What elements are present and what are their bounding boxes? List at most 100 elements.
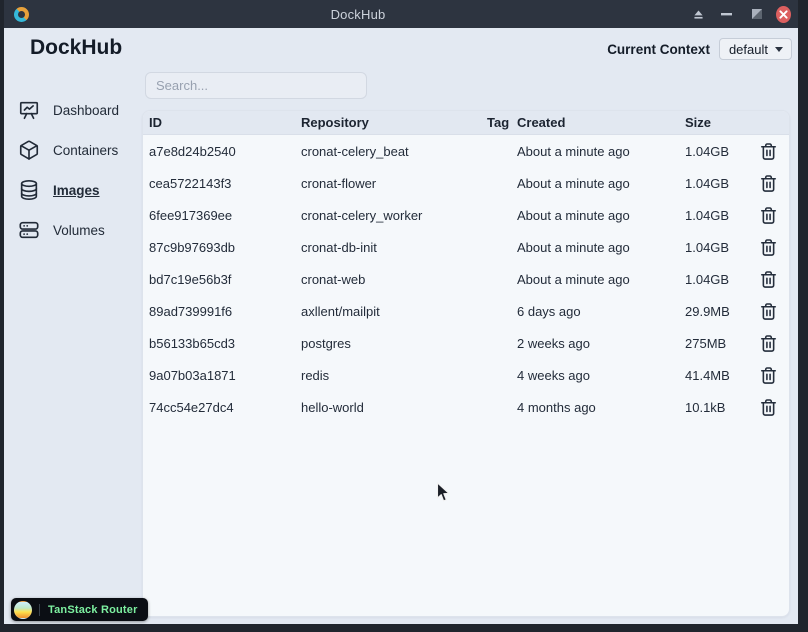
row-actions xyxy=(747,204,789,227)
cell-created: 4 weeks ago xyxy=(517,367,590,383)
trash-icon xyxy=(760,302,776,320)
row-actions xyxy=(747,364,789,387)
sidebar: Dashboard Containers Images Volumes xyxy=(18,90,142,250)
cell-created: About a minute ago xyxy=(517,239,630,255)
cell-id: 6fee917369ee xyxy=(149,207,233,223)
cell-repository: cronat-flower xyxy=(301,175,377,191)
database-icon xyxy=(20,180,38,200)
delete-image-button[interactable] xyxy=(757,140,780,163)
close-button[interactable] xyxy=(776,0,798,28)
delete-image-button[interactable] xyxy=(757,204,780,227)
delete-image-button[interactable] xyxy=(757,172,780,195)
column-header-created: Created xyxy=(517,115,566,130)
delete-image-button[interactable] xyxy=(757,396,780,419)
table-row[interactable]: a7e8d24b2540 cronat-celery_beat About a … xyxy=(143,135,789,167)
column-header-size: Size xyxy=(685,115,712,130)
row-actions xyxy=(747,268,789,291)
trash-icon xyxy=(760,270,776,288)
table-row[interactable]: cea5722143f3 cronat-flower About a minut… xyxy=(143,167,789,199)
images-table-panel: ID Repository Tag Created Size a7e8d24b2… xyxy=(142,110,790,617)
table-row[interactable]: 9a07b03a1871 redis 4 weeks ago 41.4MB xyxy=(143,359,789,391)
page-title: DockHub xyxy=(30,36,123,59)
table-row[interactable]: 87c9b97693db cronat-db-init About a minu… xyxy=(143,231,789,263)
cell-size: 1.04GB xyxy=(685,207,730,223)
cell-id: b56133b65cd3 xyxy=(149,335,236,351)
row-actions xyxy=(747,140,789,163)
cell-repository: cronat-db-init xyxy=(301,239,377,255)
badge-label: TanStack Router xyxy=(48,603,138,616)
server-stack-icon xyxy=(19,221,39,239)
table-row[interactable]: 89ad739991f6 axllent/mailpit 6 days ago … xyxy=(143,295,789,327)
window-controls xyxy=(687,0,798,28)
column-header-id: ID xyxy=(149,115,162,130)
delete-image-button[interactable] xyxy=(757,364,780,387)
cell-id: 89ad739991f6 xyxy=(149,303,233,319)
cell-repository: hello-world xyxy=(301,399,364,415)
context-selector: Current Context default xyxy=(607,38,792,60)
maximize-icon xyxy=(752,9,762,19)
context-value: default xyxy=(728,41,768,57)
search-input[interactable] xyxy=(145,72,367,99)
cell-size: 1.04GB xyxy=(685,271,730,287)
chevron-down-icon xyxy=(775,46,783,52)
cell-size: 29.9MB xyxy=(685,303,730,319)
context-dropdown[interactable]: default xyxy=(718,38,792,60)
sidebar-item-dashboard[interactable]: Dashboard xyxy=(18,90,142,130)
sidebar-item-images[interactable]: Images xyxy=(18,170,142,210)
eject-icon xyxy=(693,9,703,19)
cell-repository: axllent/mailpit xyxy=(301,303,380,319)
table-row[interactable]: b56133b65cd3 postgres 2 weeks ago 275MB xyxy=(143,327,789,359)
cell-created: 2 weeks ago xyxy=(517,335,590,351)
context-label: Current Context xyxy=(607,41,710,57)
cell-created: About a minute ago xyxy=(517,271,630,287)
cell-id: bd7c19e56b3f xyxy=(149,271,232,287)
cell-size: 41.4MB xyxy=(685,367,730,383)
table-row[interactable]: bd7c19e56b3f cronat-web About a minute a… xyxy=(143,263,789,295)
maximize-button[interactable] xyxy=(746,0,768,28)
cell-repository: cronat-web xyxy=(301,271,366,287)
cell-id: 9a07b03a1871 xyxy=(149,367,236,383)
table-row[interactable]: 6fee917369ee cronat-celery_worker About … xyxy=(143,199,789,231)
table-row[interactable]: 74cc54e27dc4 hello-world 4 months ago 10… xyxy=(143,391,789,423)
cell-size: 1.04GB xyxy=(685,175,730,191)
cell-id: a7e8d24b2540 xyxy=(149,143,236,159)
minimize-button[interactable] xyxy=(715,0,737,28)
sidebar-item-containers[interactable]: Containers xyxy=(18,130,142,170)
row-actions xyxy=(747,332,789,355)
trash-icon xyxy=(760,334,776,352)
delete-image-button[interactable] xyxy=(757,268,780,291)
cell-repository: cronat-celery_beat xyxy=(301,143,409,159)
close-icon xyxy=(776,5,791,23)
tanstack-router-badge[interactable]: TanStack Router xyxy=(11,598,148,621)
table-header: ID Repository Tag Created Size xyxy=(143,111,789,135)
delete-image-button[interactable] xyxy=(757,236,780,259)
cell-repository: cronat-celery_worker xyxy=(301,207,423,223)
column-header-repository: Repository xyxy=(301,115,369,130)
delete-image-button[interactable] xyxy=(757,332,780,355)
sidebar-item-label: Images xyxy=(53,182,100,198)
shade-button[interactable] xyxy=(687,0,709,28)
titlebar: DockHub xyxy=(4,0,798,28)
app-content: DockHub Current Context default Dashboar… xyxy=(4,28,798,624)
trash-icon xyxy=(760,142,776,160)
dashboard-chart-icon xyxy=(19,101,39,120)
column-header-tag: Tag xyxy=(487,115,510,130)
cell-size: 275MB xyxy=(685,335,727,351)
badge-divider xyxy=(39,603,40,616)
trash-icon xyxy=(760,366,776,384)
trash-icon xyxy=(760,238,776,256)
sidebar-item-label: Dashboard xyxy=(53,102,120,118)
cell-id: 87c9b97693db xyxy=(149,239,236,255)
cell-repository: postgres xyxy=(301,335,351,351)
delete-image-button[interactable] xyxy=(757,300,780,323)
minimize-icon xyxy=(720,12,732,15)
sidebar-item-volumes[interactable]: Volumes xyxy=(18,210,142,250)
cell-created: 4 months ago xyxy=(517,399,596,415)
app-window: DockHub DockHub Current Context default … xyxy=(4,0,798,624)
cell-id: cea5722143f3 xyxy=(149,175,232,191)
cell-repository: redis xyxy=(301,367,330,383)
tanstack-logo xyxy=(14,600,32,619)
row-actions xyxy=(747,172,789,195)
cell-created: About a minute ago xyxy=(517,207,630,223)
cell-id: 74cc54e27dc4 xyxy=(149,399,234,415)
